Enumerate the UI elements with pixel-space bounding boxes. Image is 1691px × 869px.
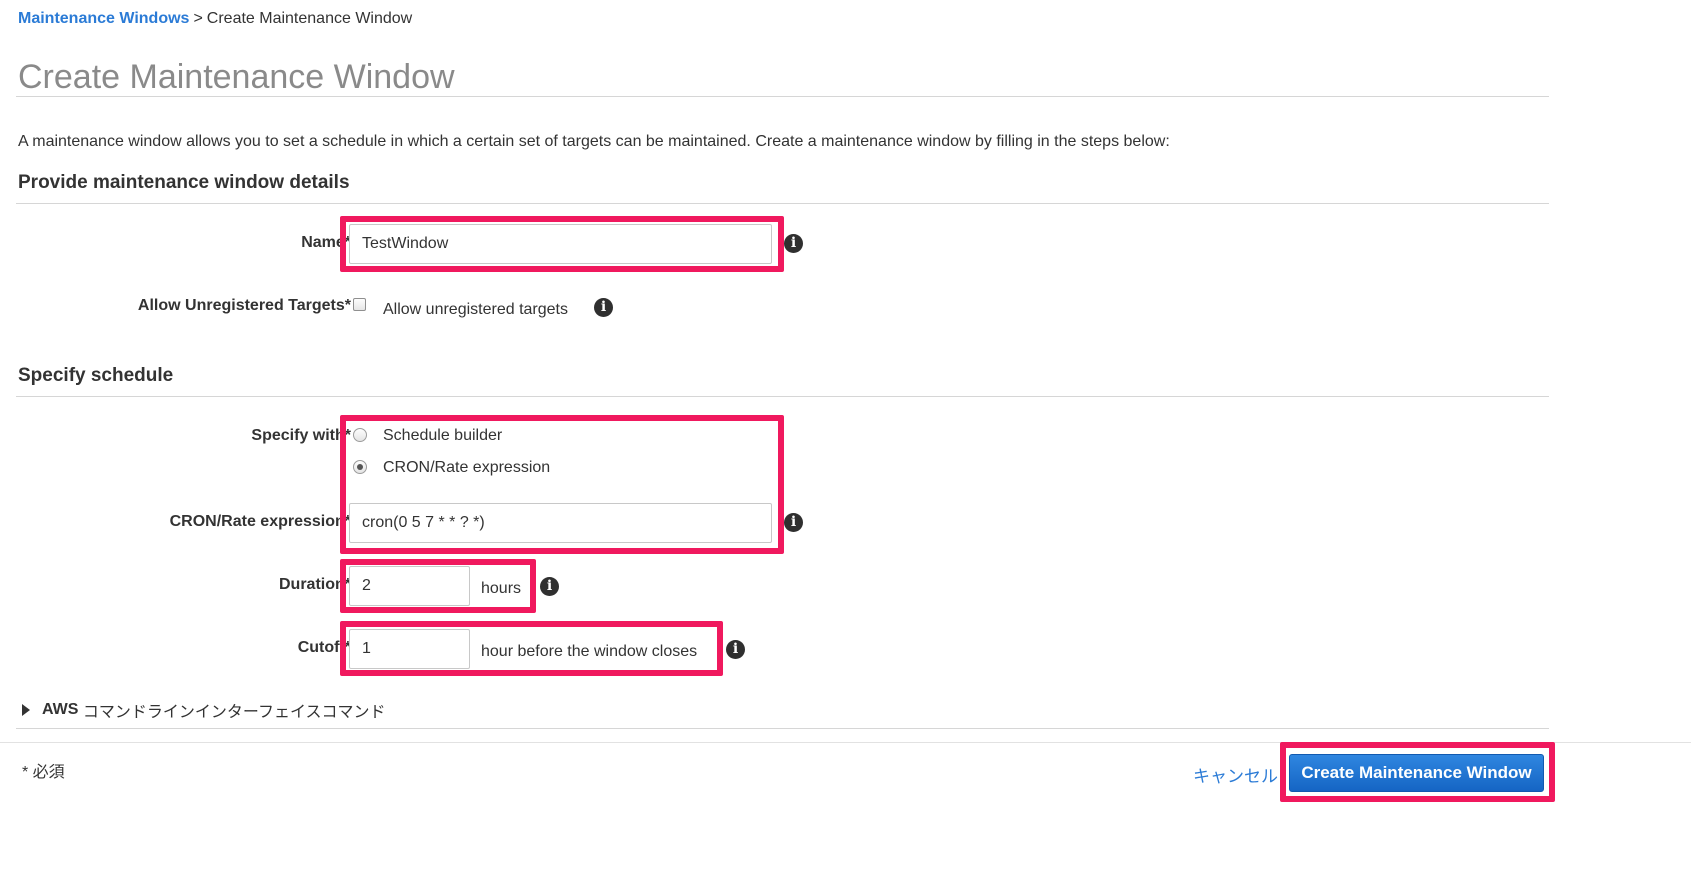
specify-with-label: Specify with* [251,427,351,444]
breadcrumb-current: Create Maintenance Window [206,10,413,27]
unregistered-info-icon[interactable]: i [594,298,613,317]
unregistered-label: Allow Unregistered Targets* [137,297,351,314]
breadcrumb: Maintenance Windows > Create Maintenance W… [18,10,412,28]
name-input[interactable] [349,224,772,264]
details-divider [16,203,1549,204]
cli-expander-text: コマンドラインインターフェイスコマンド [78,704,386,721]
cron-input[interactable] [349,503,772,543]
radio-schedule-builder[interactable] [353,428,367,442]
cutoff-unit: hour before the window closes [481,643,698,660]
name-label: Name* [301,234,351,251]
create-maintenance-window-button[interactable]: Create Maintenance Window [1289,754,1544,792]
title-divider [16,96,1549,97]
schedule-divider [16,396,1549,397]
unregistered-option-label: Allow unregistered targets [383,301,568,318]
details-section-title: Provide maintenance window details [18,172,350,193]
cancel-button[interactable]: キャンセル [1193,762,1278,787]
cli-expander[interactable]: AWS コマンドラインインターフェイスコマンド [22,698,385,722]
duration-info-icon[interactable]: i [540,577,559,596]
duration-label: Duration* [279,576,351,593]
intro-text: A maintenance window allows you to set a… [18,133,1170,150]
duration-input[interactable] [349,566,470,606]
cron-info-icon[interactable]: i [784,513,803,532]
radio-schedule-builder-label: Schedule builder [383,427,503,444]
duration-unit: hours [481,580,522,597]
name-info-icon[interactable]: i [784,234,803,253]
caret-right-icon [22,704,30,716]
unregistered-checkbox[interactable] [353,298,366,311]
radio-cron-rate[interactable] [353,460,367,474]
required-note: * 必須 [22,764,65,781]
schedule-section-title: Specify schedule [18,365,174,386]
page-title: Create Maintenance Window [18,58,455,96]
cutoff-label: Cutoff* [297,639,351,656]
breadcrumb-separator: > [193,10,203,27]
footer-divider [0,742,1691,743]
cli-expander-bold: AWS [42,701,79,718]
cutoff-input[interactable] [349,629,470,669]
cutoff-info-icon[interactable]: i [726,640,745,659]
radio-cron-rate-label: CRON/Rate expression [383,459,551,476]
breadcrumb-maintenance-windows-link[interactable]: Maintenance Windows [18,10,189,27]
cli-divider [16,728,1549,729]
cron-label: CRON/Rate expression* [169,513,351,530]
